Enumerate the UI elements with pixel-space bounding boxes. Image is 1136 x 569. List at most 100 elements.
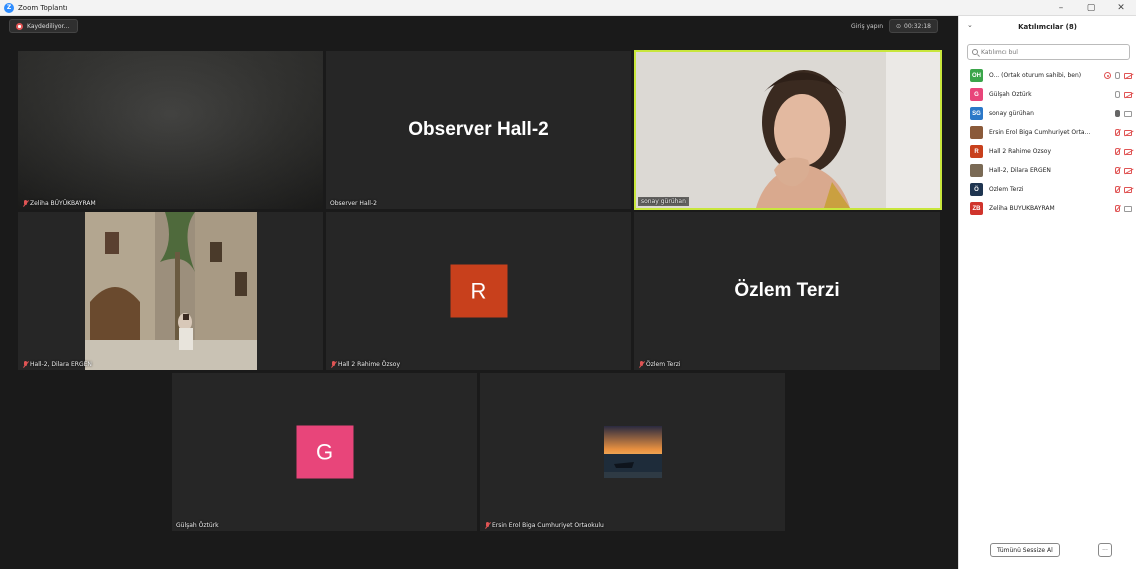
tile-name-label: Observer Hall-2: [330, 200, 377, 207]
participant-list: OH O... (Ortak oturum sahibi, ben) G Gülşah…: [959, 66, 1136, 218]
sign-in-link[interactable]: Giriş yapın: [851, 23, 883, 30]
meeting-area: Kaydediliyor... Giriş yapın ⊙ 00:32:18 Z…: [0, 16, 958, 569]
panel-footer: Tümünü Sessize Al ···: [959, 543, 1136, 559]
participant-name: Hall-2, Dilara ERGEN: [989, 167, 1051, 174]
mute-all-button[interactable]: Tümünü Sessize Al: [990, 543, 1060, 557]
camera-off-icon[interactable]: [1124, 91, 1132, 98]
participant-name: Özlem Terzi: [989, 186, 1024, 193]
video-tile-dilara[interactable]: Hall-2, Dilara ERGEN: [18, 212, 323, 370]
participant-avatar: G: [970, 88, 983, 101]
camera-off-icon[interactable]: [1124, 167, 1132, 174]
participant-avatar: ZB: [970, 202, 983, 215]
window-title: Zoom Toplantı: [18, 3, 68, 12]
window-controls: – ▢ ✕: [1046, 0, 1136, 16]
participant-name: Zeliha BÜYÜKBAYRAM: [989, 205, 1055, 212]
camera-icon[interactable]: [1124, 205, 1132, 212]
participant-status-icons: [1115, 167, 1132, 174]
recording-icon: [1104, 72, 1111, 79]
minimize-button[interactable]: –: [1046, 0, 1076, 16]
more-options-button[interactable]: ···: [1098, 543, 1112, 557]
timer-value: 00:32:18: [904, 22, 931, 30]
mic-off-icon: [330, 361, 336, 368]
participant-row[interactable]: R Hall 2 Rahime Özsoy: [959, 142, 1136, 161]
mic-icon[interactable]: [1115, 91, 1120, 98]
participant-status-icons: [1115, 91, 1132, 98]
camera-off-icon[interactable]: [1124, 148, 1132, 155]
participant-status-icons: [1115, 148, 1132, 155]
mic-off-icon: [484, 522, 490, 529]
mic-off-icon[interactable]: [1115, 167, 1120, 174]
mic-off-icon[interactable]: [1115, 186, 1120, 193]
participant-avatar: Ö: [970, 183, 983, 196]
close-button[interactable]: ✕: [1106, 0, 1136, 16]
search-icon: [972, 49, 978, 55]
clock-icon: ⊙: [896, 22, 902, 30]
participant-status-icons: [1115, 205, 1132, 212]
mic-off-icon: [638, 361, 644, 368]
video-tile-ersin[interactable]: Ersin Erol Biga Cumhuriyet Ortaokulu: [480, 373, 785, 531]
dark-video-feed: [18, 51, 323, 209]
participant-avatar: [970, 126, 983, 139]
participant-row[interactable]: OH O... (Ortak oturum sahibi, ben): [959, 66, 1136, 85]
participant-search[interactable]: [967, 44, 1130, 60]
mic-icon[interactable]: [1115, 110, 1120, 117]
recording-indicator[interactable]: Kaydediliyor...: [9, 19, 79, 33]
video-tile-rahime[interactable]: R Hall 2 Rahime Özsoy: [326, 212, 631, 370]
mic-off-icon: [22, 361, 28, 368]
video-tile-gulsah[interactable]: G Gülşah Öztürk: [172, 373, 477, 531]
participant-name: Hall 2 Rahime Özsoy: [989, 148, 1052, 155]
tile-name-label: Zeliha BÜYÜKBAYRAM: [22, 200, 96, 207]
participant-avatar: R: [450, 264, 507, 318]
video-tile-ozlem[interactable]: Özlem Terzi Özlem Terzi: [634, 212, 940, 370]
camera-off-icon[interactable]: [1124, 129, 1132, 136]
stop-recording-icon: [16, 22, 23, 30]
meeting-top-right: Giriş yapın ⊙ 00:32:18: [851, 19, 938, 33]
participant-status-icons: [1115, 129, 1132, 136]
mic-off-icon[interactable]: [1115, 205, 1120, 212]
participant-row[interactable]: Ö Özlem Terzi: [959, 180, 1136, 199]
panel-header: ⌄ Katılımcılar (8): [959, 16, 1136, 38]
camera-icon[interactable]: [1124, 110, 1132, 117]
person-video-feed: [636, 52, 940, 208]
participant-row[interactable]: SG sonay gürühan: [959, 104, 1136, 123]
chevron-down-icon[interactable]: ⌄: [967, 21, 973, 29]
recording-label: Kaydediliyor...: [27, 22, 70, 30]
tile-name-label: sonay gürühan: [638, 197, 689, 206]
mic-off-icon: [22, 200, 28, 207]
maximize-button[interactable]: ▢: [1076, 0, 1106, 16]
participant-row[interactable]: Ersin Erol Biga Cumhuriyet Orta...: [959, 123, 1136, 142]
camera-off-icon[interactable]: [1124, 72, 1132, 79]
video-tile-sonay[interactable]: sonay gürühan: [634, 50, 942, 210]
participant-avatar: OH: [970, 69, 983, 82]
camera-off-icon[interactable]: [1124, 186, 1132, 193]
window-titlebar: Z Zoom Toplantı – ▢ ✕: [0, 0, 1136, 16]
street-photo: [85, 212, 257, 370]
participant-name: O... (Ortak oturum sahibi, ben): [989, 72, 1082, 79]
mic-icon[interactable]: [1115, 72, 1120, 79]
participant-name: Ersin Erol Biga Cumhuriyet Orta...: [989, 129, 1091, 136]
participants-panel: ⌄ Katılımcılar (8) OH O... (Ortak oturum …: [958, 16, 1136, 569]
mic-off-icon[interactable]: [1115, 129, 1120, 136]
participant-avatar: SG: [970, 107, 983, 120]
tile-name-label: Özlem Terzi: [638, 361, 681, 368]
panel-title: Katılımcılar (8): [1018, 23, 1077, 31]
participant-row[interactable]: ZB Zeliha BÜYÜKBAYRAM: [959, 199, 1136, 218]
participant-row[interactable]: Hall-2, Dilara ERGEN: [959, 161, 1136, 180]
participant-name: Gülşah Öztürk: [989, 91, 1032, 98]
tile-big-name: Özlem Terzi: [734, 280, 840, 301]
tile-name-label: Hall-2, Dilara ERGEN: [22, 361, 92, 368]
video-tile-zeliha[interactable]: Zeliha BÜYÜKBAYRAM: [18, 51, 323, 209]
video-tile-observer[interactable]: Observer Hall-2 Observer Hall-2: [326, 51, 631, 209]
zoom-logo-icon: Z: [4, 2, 14, 13]
search-input[interactable]: [981, 48, 1121, 56]
tile-name-label: Gülşah Öztürk: [176, 522, 219, 529]
tile-name-label: Hall 2 Rahime Özsoy: [330, 361, 400, 368]
meeting-timer: ⊙ 00:32:18: [889, 19, 938, 33]
participant-row[interactable]: G Gülşah Öztürk: [959, 85, 1136, 104]
participant-avatar: [970, 164, 983, 177]
tile-big-name: Observer Hall-2: [408, 119, 549, 140]
participant-status-icons: [1104, 72, 1132, 79]
participant-name: sonay gürühan: [989, 110, 1034, 117]
participant-avatar: G: [296, 425, 353, 479]
mic-off-icon[interactable]: [1115, 148, 1120, 155]
